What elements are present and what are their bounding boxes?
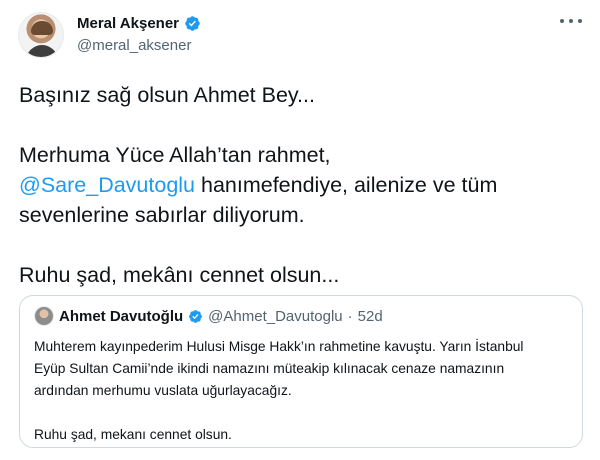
- author-handle[interactable]: @meral_aksener: [77, 37, 191, 54]
- verified-badge-icon: [189, 309, 203, 323]
- more-dot: [569, 19, 573, 23]
- mention-link[interactable]: @Sare_Davutoglu: [19, 173, 195, 197]
- more-options-icon[interactable]: [560, 14, 582, 28]
- tweet-line: sevenlerine sabırlar diliyorum.: [19, 203, 305, 227]
- tweet-line: Merhuma Yüce Allah’tan rahmet,: [19, 143, 331, 167]
- quoted-author-handle[interactable]: @Ahmet_Davutoglu: [208, 308, 342, 325]
- author-display-name[interactable]: Meral Akşener: [77, 15, 179, 32]
- more-dot: [560, 19, 564, 23]
- quoted-timestamp[interactable]: 52d: [358, 308, 383, 325]
- more-dot: [578, 19, 582, 23]
- tweet-line: Ruhu şad, mekânı cennet olsun...: [19, 263, 340, 287]
- quoted-line: Eyüp Sultan Camii’nde ikindi namazını mü…: [34, 361, 505, 376]
- quoted-tweet-text: Muhterem kayınpederim Hulusi Misge Hakk’…: [34, 336, 568, 446]
- quoted-line: Muhterem kayınpederim Hulusi Misge Hakk’…: [34, 339, 524, 354]
- author-name-row: Meral Akşener: [77, 15, 201, 32]
- quoted-line: Ruhu şad, mekanı cennet olsun.: [34, 427, 232, 442]
- quoted-author-avatar[interactable]: [34, 306, 54, 326]
- verified-badge-icon: [185, 16, 200, 31]
- quoted-tweet-header: Ahmet Davutoğlu @Ahmet_Davutoglu · 52d: [34, 306, 568, 326]
- tweet-line-rest: hanımefendiye, ailenize ve tüm: [195, 173, 498, 197]
- avatar-body-shape: [26, 45, 58, 57]
- separator-dot: ·: [347, 307, 353, 325]
- author-avatar[interactable]: [18, 12, 64, 58]
- quoted-tweet[interactable]: Ahmet Davutoğlu @Ahmet_Davutoglu · 52d M…: [19, 295, 583, 448]
- quoted-author-name[interactable]: Ahmet Davutoğlu: [59, 308, 183, 325]
- tweet-line-with-mention: @Sare_Davutoglu hanımefendiye, ailenize …: [19, 170, 584, 200]
- tweet-text: Başınız sağ olsun Ahmet Bey... Merhuma Y…: [19, 80, 584, 290]
- avatar-hair-shape: [31, 21, 53, 35]
- tweet-card: Meral Akşener @meral_aksener Başınız sağ…: [0, 0, 600, 460]
- tweet-line: Başınız sağ olsun Ahmet Bey...: [19, 83, 315, 107]
- quoted-line: ardından merhumu vuslata uğurlayacağız.: [34, 383, 292, 398]
